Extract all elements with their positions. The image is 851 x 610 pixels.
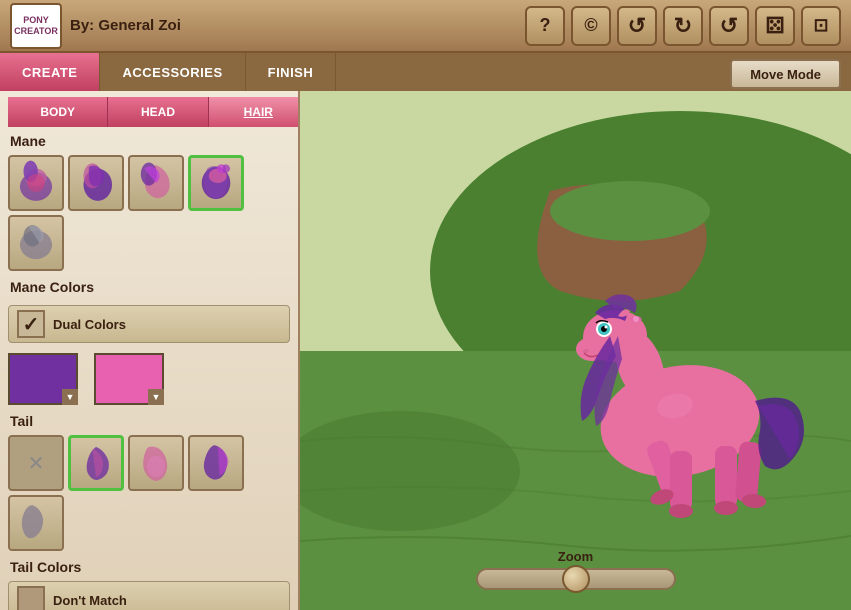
tab-accessories[interactable]: ACCESSORIES xyxy=(100,53,245,91)
logo: PONY CREATOR xyxy=(10,3,62,49)
mane-option-5[interactable] xyxy=(8,215,64,271)
color-swatches xyxy=(8,353,290,405)
mane-color-1-dropdown[interactable] xyxy=(62,389,78,405)
zoom-area: Zoom xyxy=(476,549,676,590)
tail-option-2[interactable] xyxy=(68,435,124,491)
tab-hair[interactable]: HAIR xyxy=(209,97,300,127)
zoom-thumb[interactable] xyxy=(562,565,590,593)
zoom-slider[interactable] xyxy=(476,568,676,590)
dont-match-row: Don't Match xyxy=(8,581,290,610)
tail-option-5[interactable] xyxy=(8,495,64,551)
tab-create[interactable]: CREATE xyxy=(0,53,100,91)
main-nav: CREATE ACCESSORIES FINISH xyxy=(0,53,730,91)
dual-colors-row: Dual Colors xyxy=(8,305,290,343)
dual-colors-label: Dual Colors xyxy=(53,317,126,332)
mane-options-grid xyxy=(8,155,290,271)
sub-nav: BODY HEAD HAIR xyxy=(8,97,300,127)
move-mode-button[interactable]: Move Mode xyxy=(730,59,841,89)
mane-option-4[interactable] xyxy=(188,155,244,211)
mane-option-3[interactable] xyxy=(128,155,184,211)
tail-option-1[interactable] xyxy=(8,435,64,491)
random-button[interactable]: ⚄ xyxy=(755,6,795,46)
mane-color-2-dropdown[interactable] xyxy=(148,389,164,405)
dont-match-swatch[interactable] xyxy=(17,586,45,610)
tail-options-grid xyxy=(8,435,290,551)
left-panel: BODY HEAD HAIR Mane xyxy=(0,91,300,610)
tail-colors-title: Tail Colors xyxy=(10,559,290,575)
dual-colors-checkbox[interactable] xyxy=(17,310,45,338)
camera-button[interactable]: ⊡ xyxy=(801,6,841,46)
tab-finish[interactable]: FINISH xyxy=(246,53,337,91)
reset-button[interactable]: ↺ xyxy=(709,6,749,46)
right-panel: Zoom xyxy=(300,91,851,610)
content-area: BODY HEAD HAIR Mane xyxy=(0,91,851,610)
mane-title: Mane xyxy=(10,133,290,149)
canvas-scene xyxy=(300,91,851,610)
help-button[interactable]: ? xyxy=(525,6,565,46)
mane-option-2[interactable] xyxy=(68,155,124,211)
undo-button[interactable]: ↺ xyxy=(617,6,657,46)
by-label: By: General Zoi xyxy=(70,17,181,34)
mane-colors-title: Mane Colors xyxy=(10,279,290,295)
header: PONY CREATOR By: General Zoi ? © ↺ ↻ ↺ ⚄… xyxy=(0,0,851,53)
mane-option-1[interactable] xyxy=(8,155,64,211)
tab-body[interactable]: BODY xyxy=(8,97,108,127)
tab-head[interactable]: HEAD xyxy=(108,97,208,127)
logo-area: PONY CREATOR By: General Zoi xyxy=(10,3,181,49)
tail-title: Tail xyxy=(10,413,290,429)
mane-color-1-container xyxy=(8,353,78,405)
tail-option-4[interactable] xyxy=(188,435,244,491)
redo-button[interactable]: ↻ xyxy=(663,6,703,46)
dont-match-label: Don't Match xyxy=(53,593,127,608)
tail-option-3[interactable] xyxy=(128,435,184,491)
header-icons: ? © ↺ ↻ ↺ ⚄ ⊡ xyxy=(525,6,841,46)
main-nav-bar: CREATE ACCESSORIES FINISH Move Mode xyxy=(0,53,851,91)
copyright-button[interactable]: © xyxy=(571,6,611,46)
zoom-label: Zoom xyxy=(558,549,593,564)
mane-color-2-container xyxy=(94,353,164,405)
